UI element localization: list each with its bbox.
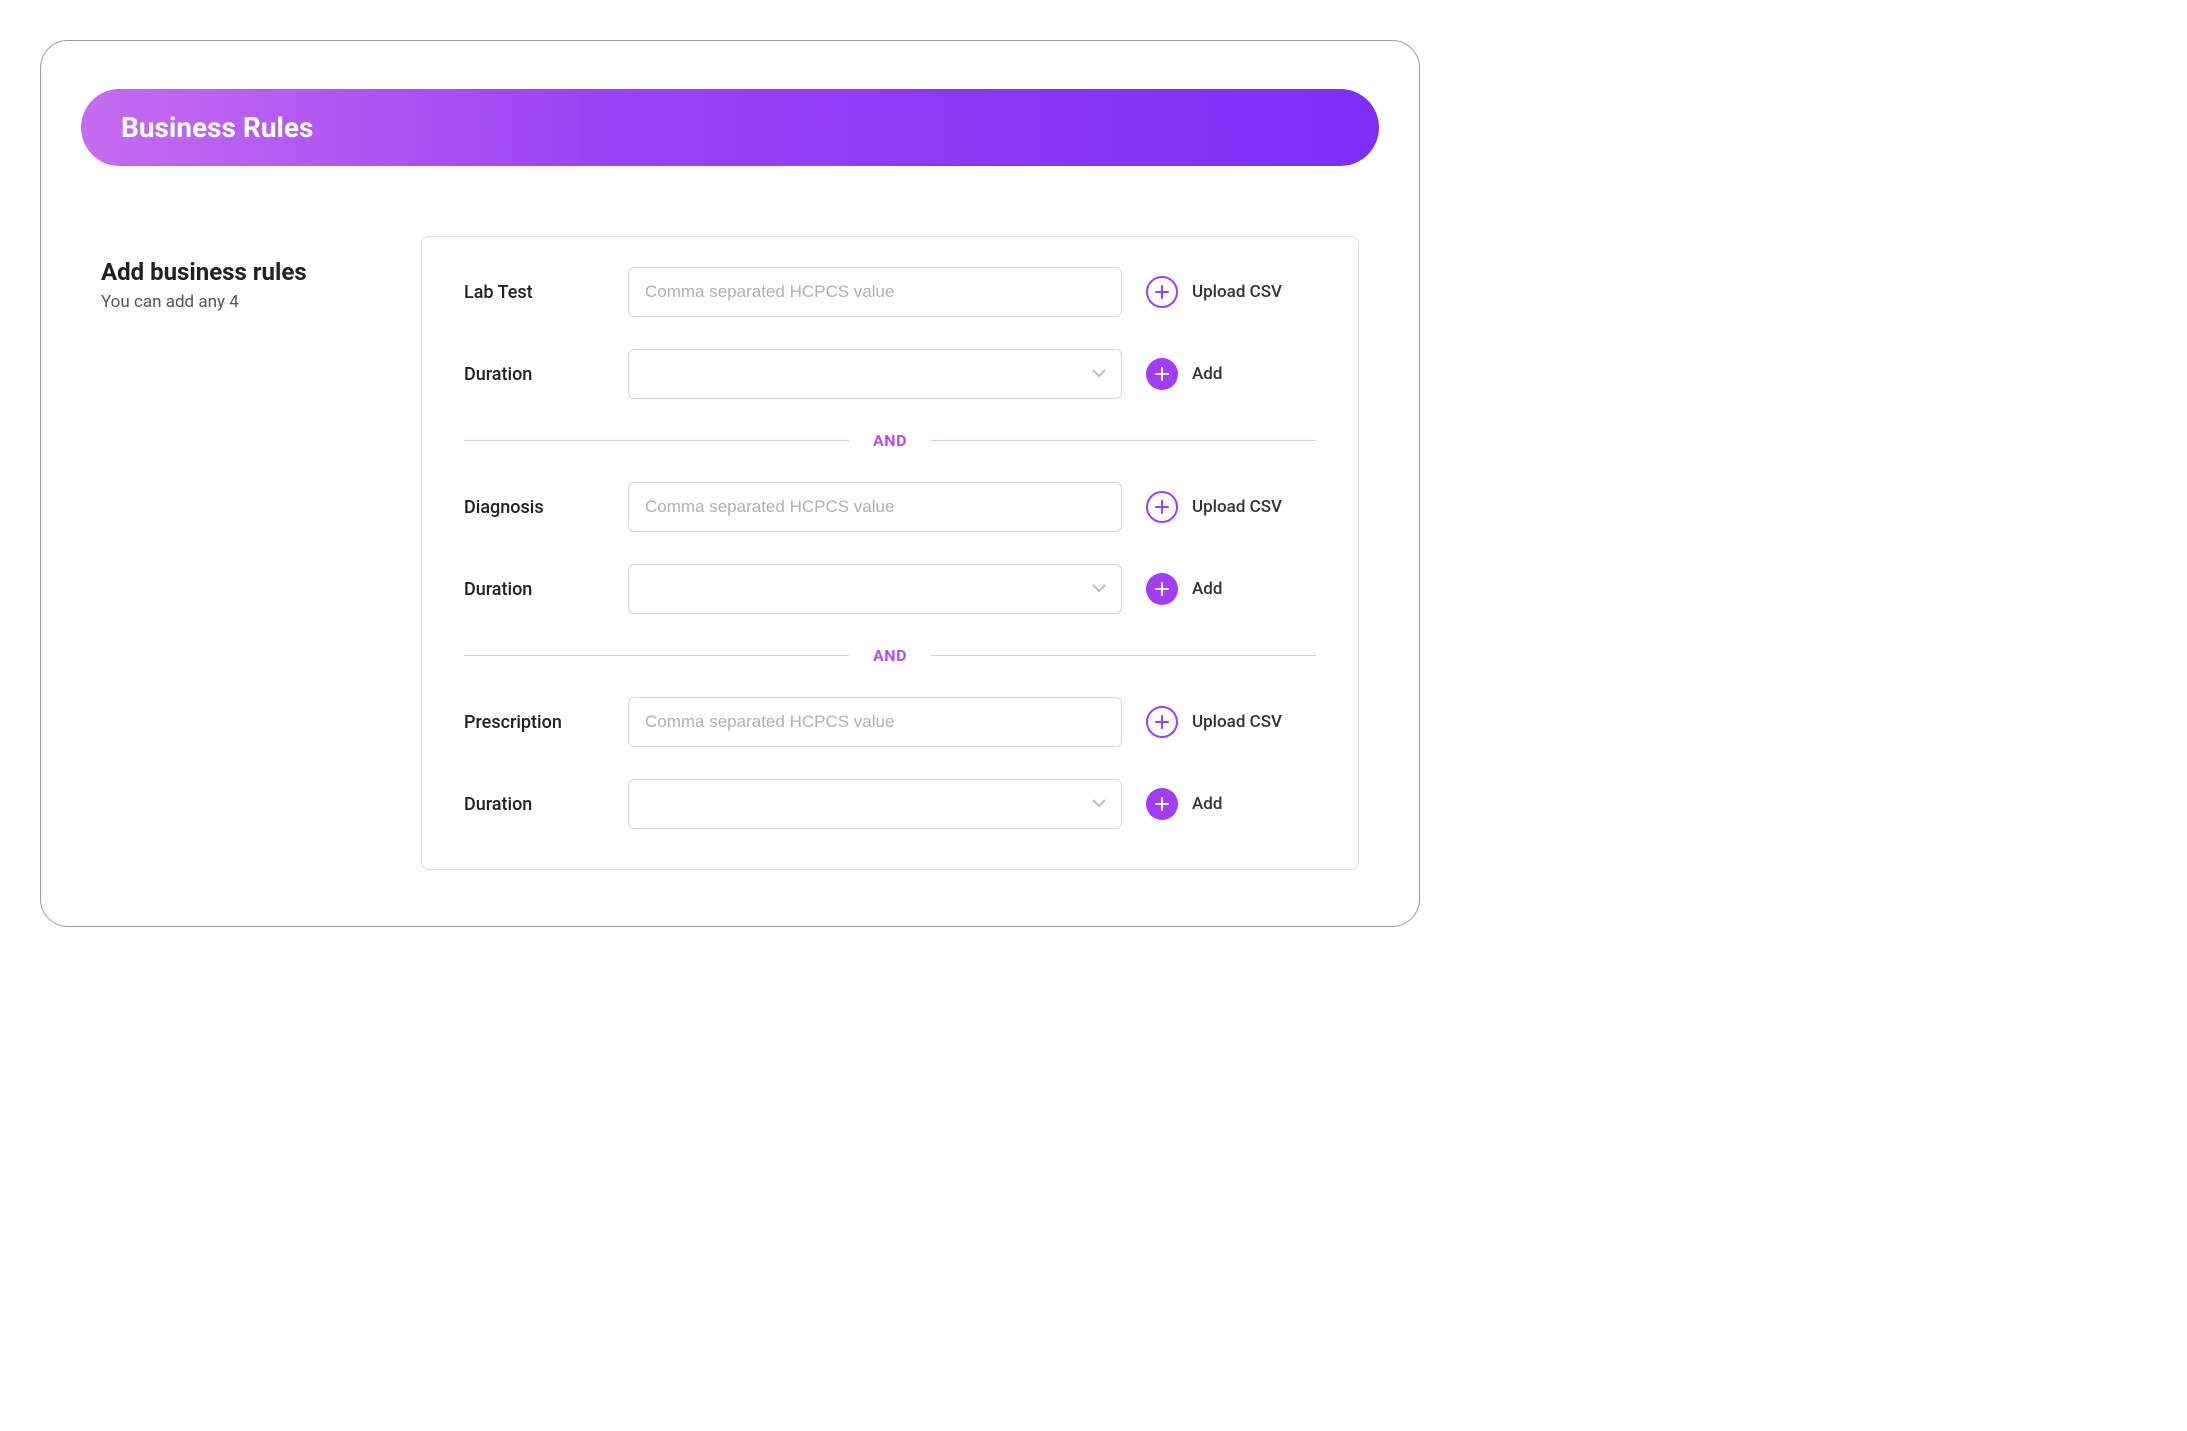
diagnosis-input[interactable]	[628, 482, 1122, 532]
duration-select-wrap	[628, 349, 1122, 399]
add-button[interactable]	[1146, 788, 1178, 820]
and-text: AND	[849, 431, 931, 450]
plus-icon	[1154, 284, 1170, 300]
duration-label: Duration	[464, 364, 604, 385]
rule-value-row: Diagnosis Upload CSV	[464, 482, 1316, 532]
upload-action: Upload CSV	[1146, 706, 1316, 738]
plus-icon	[1154, 714, 1170, 730]
duration-select-wrap	[628, 779, 1122, 829]
section-header: Business Rules	[81, 89, 1379, 166]
add-button[interactable]	[1146, 358, 1178, 390]
prescription-input[interactable]	[628, 697, 1122, 747]
upload-csv-label: Upload CSV	[1192, 282, 1282, 302]
upload-action: Upload CSV	[1146, 491, 1316, 523]
and-text: AND	[849, 646, 931, 665]
upload-action: Upload CSV	[1146, 276, 1316, 308]
upload-csv-button[interactable]	[1146, 706, 1178, 738]
rule-value-row: Prescription Upload CSV	[464, 697, 1316, 747]
upload-csv-label: Upload CSV	[1192, 712, 1282, 732]
section-title: Business Rules	[121, 111, 313, 144]
divider-line	[931, 440, 1316, 441]
upload-csv-button[interactable]	[1146, 491, 1178, 523]
rules-panel: Lab Test Upload CSV Duration	[421, 236, 1359, 870]
plus-icon	[1154, 499, 1170, 515]
intro-column: Add business rules You can add any 4	[101, 236, 381, 870]
add-action: Add	[1146, 358, 1316, 390]
intro-subtitle: You can add any 4	[101, 292, 381, 312]
duration-select[interactable]	[628, 349, 1122, 399]
plus-icon	[1154, 581, 1170, 597]
add-label: Add	[1192, 794, 1222, 814]
and-divider: AND	[464, 431, 1316, 450]
lab-test-input[interactable]	[628, 267, 1122, 317]
and-divider: AND	[464, 646, 1316, 665]
rule-value-label: Diagnosis	[464, 497, 604, 518]
upload-csv-label: Upload CSV	[1192, 497, 1282, 517]
duration-select-wrap	[628, 564, 1122, 614]
add-action: Add	[1146, 573, 1316, 605]
plus-icon	[1154, 796, 1170, 812]
rule-duration-row: Duration Add	[464, 349, 1316, 399]
rule-value-label: Prescription	[464, 712, 604, 733]
add-action: Add	[1146, 788, 1316, 820]
divider-line	[464, 655, 849, 656]
upload-csv-button[interactable]	[1146, 276, 1178, 308]
rule-duration-row: Duration Add	[464, 779, 1316, 829]
rule-value-row: Lab Test Upload CSV	[464, 267, 1316, 317]
business-rules-card: Business Rules Add business rules You ca…	[40, 40, 1420, 927]
add-label: Add	[1192, 579, 1222, 599]
content-row: Add business rules You can add any 4 Lab…	[81, 236, 1379, 870]
rule-duration-row: Duration Add	[464, 564, 1316, 614]
divider-line	[464, 440, 849, 441]
divider-line	[931, 655, 1316, 656]
duration-label: Duration	[464, 794, 604, 815]
add-button[interactable]	[1146, 573, 1178, 605]
rule-value-label: Lab Test	[464, 282, 604, 303]
duration-select[interactable]	[628, 779, 1122, 829]
plus-icon	[1154, 366, 1170, 382]
add-label: Add	[1192, 364, 1222, 384]
duration-label: Duration	[464, 579, 604, 600]
duration-select[interactable]	[628, 564, 1122, 614]
intro-title: Add business rules	[101, 258, 381, 286]
